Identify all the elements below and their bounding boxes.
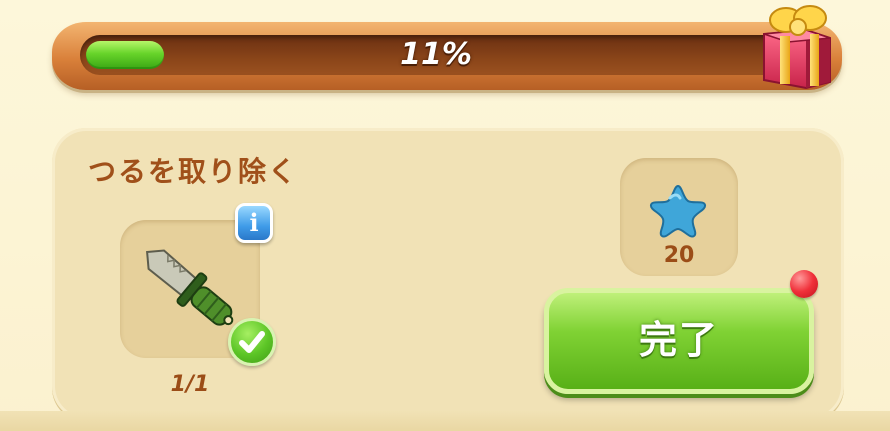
notification-dot	[790, 270, 818, 298]
checkmark-icon	[228, 318, 276, 366]
complete-button[interactable]: 完了	[544, 288, 814, 394]
game-screen: 11% つるを取り除く i 1/1 20 完了	[0, 0, 890, 431]
task-title: つるを取り除く	[88, 155, 299, 188]
progress-percent-label: 11%	[400, 37, 472, 72]
bottom-strip	[0, 411, 890, 431]
blue-star-icon	[650, 184, 706, 238]
reward-amount: 20	[663, 243, 695, 268]
progress-bar: 11%	[52, 22, 842, 90]
info-button[interactable]: i	[235, 203, 273, 243]
knife-icon	[146, 249, 234, 326]
tool-count: 1/1	[170, 372, 210, 397]
gift-box-icon[interactable]	[758, 0, 838, 90]
